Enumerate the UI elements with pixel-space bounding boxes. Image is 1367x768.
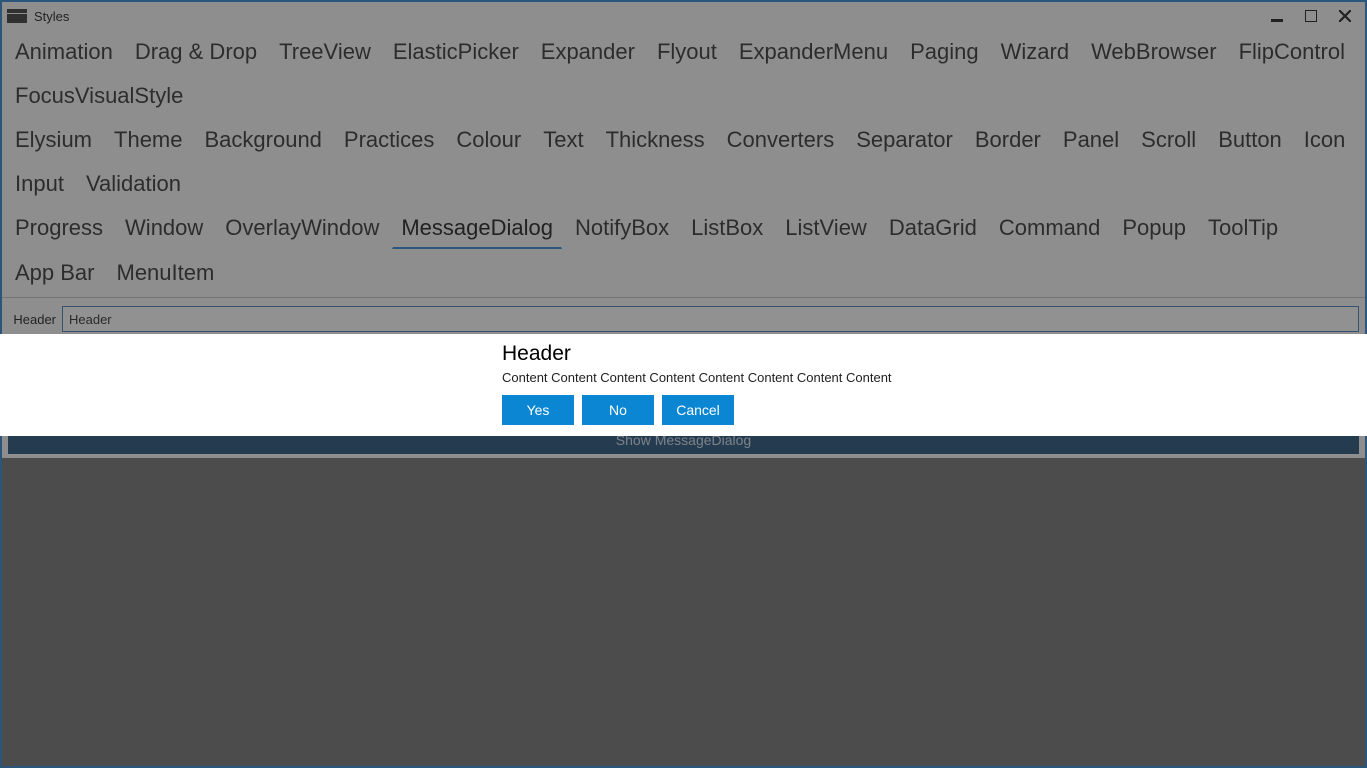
tab-flipcontrol[interactable]: FlipControl	[1230, 32, 1354, 72]
tab-separator[interactable]: Separator	[847, 120, 962, 160]
content-rest	[2, 458, 1365, 766]
yes-button[interactable]: Yes	[502, 395, 574, 425]
cancel-button[interactable]: Cancel	[662, 395, 734, 425]
tab-flyout[interactable]: Flyout	[648, 32, 726, 72]
titlebar: Styles	[2, 2, 1365, 30]
message-dialog: Header Content Content Content Content C…	[0, 334, 1367, 436]
close-button[interactable]	[1337, 8, 1353, 24]
tab-listview[interactable]: ListView	[776, 208, 876, 249]
tab-webbrowser[interactable]: WebBrowser	[1082, 32, 1226, 72]
tab-border[interactable]: Border	[966, 120, 1050, 160]
tab-elysium[interactable]: Elysium	[6, 120, 101, 160]
tab-popup[interactable]: Popup	[1113, 208, 1195, 249]
window-title: Styles	[34, 9, 69, 24]
tab-progress[interactable]: Progress	[6, 208, 112, 249]
tab-menuitem[interactable]: MenuItem	[108, 253, 224, 293]
tab-focusvisualstyle[interactable]: FocusVisualStyle	[6, 76, 192, 116]
input-header[interactable]	[62, 306, 1359, 332]
tab-input[interactable]: Input	[6, 164, 73, 204]
tabstrip: AnimationDrag & DropTreeViewElasticPicke…	[2, 30, 1365, 298]
tab-overlaywindow[interactable]: OverlayWindow	[216, 208, 388, 249]
tab-thickness[interactable]: Thickness	[597, 120, 714, 160]
tab-expander[interactable]: Expander	[532, 32, 644, 72]
app-icon	[6, 8, 28, 24]
tab-window[interactable]: Window	[116, 208, 212, 249]
form-row-header: Header	[8, 306, 1359, 332]
label-header: Header	[8, 312, 62, 327]
tab-listbox[interactable]: ListBox	[682, 208, 772, 249]
tab-app-bar[interactable]: App Bar	[6, 253, 104, 293]
dialog-buttons: Yes No Cancel	[502, 395, 734, 425]
tab-treeview[interactable]: TreeView	[270, 32, 380, 72]
maximize-button[interactable]	[1303, 8, 1319, 24]
tab-paging[interactable]: Paging	[901, 32, 988, 72]
tab-scroll[interactable]: Scroll	[1132, 120, 1205, 160]
tab-colour[interactable]: Colour	[447, 120, 530, 160]
tab-theme[interactable]: Theme	[105, 120, 191, 160]
tab-animation[interactable]: Animation	[6, 32, 122, 72]
tab-button[interactable]: Button	[1209, 120, 1291, 160]
tab-converters[interactable]: Converters	[718, 120, 844, 160]
tab-elasticpicker[interactable]: ElasticPicker	[384, 32, 528, 72]
tab-drag-drop[interactable]: Drag & Drop	[126, 32, 266, 72]
tab-panel[interactable]: Panel	[1054, 120, 1128, 160]
window-controls	[1269, 8, 1361, 24]
tab-datagrid[interactable]: DataGrid	[880, 208, 986, 249]
tab-notifybox[interactable]: NotifyBox	[566, 208, 678, 249]
tab-wizard[interactable]: Wizard	[992, 32, 1078, 72]
tab-practices[interactable]: Practices	[335, 120, 443, 160]
dialog-header: Header	[502, 342, 571, 366]
tab-validation[interactable]: Validation	[77, 164, 190, 204]
tab-background[interactable]: Background	[196, 120, 331, 160]
no-button[interactable]: No	[582, 395, 654, 425]
tab-text[interactable]: Text	[534, 120, 592, 160]
tab-icon[interactable]: Icon	[1295, 120, 1355, 160]
dialog-content: Content Content Content Content Content …	[502, 370, 892, 385]
tab-command[interactable]: Command	[990, 208, 1109, 249]
minimize-button[interactable]	[1269, 8, 1285, 24]
tab-expandermenu[interactable]: ExpanderMenu	[730, 32, 897, 72]
tab-messagedialog[interactable]: MessageDialog	[392, 208, 562, 249]
tab-tooltip[interactable]: ToolTip	[1199, 208, 1287, 249]
